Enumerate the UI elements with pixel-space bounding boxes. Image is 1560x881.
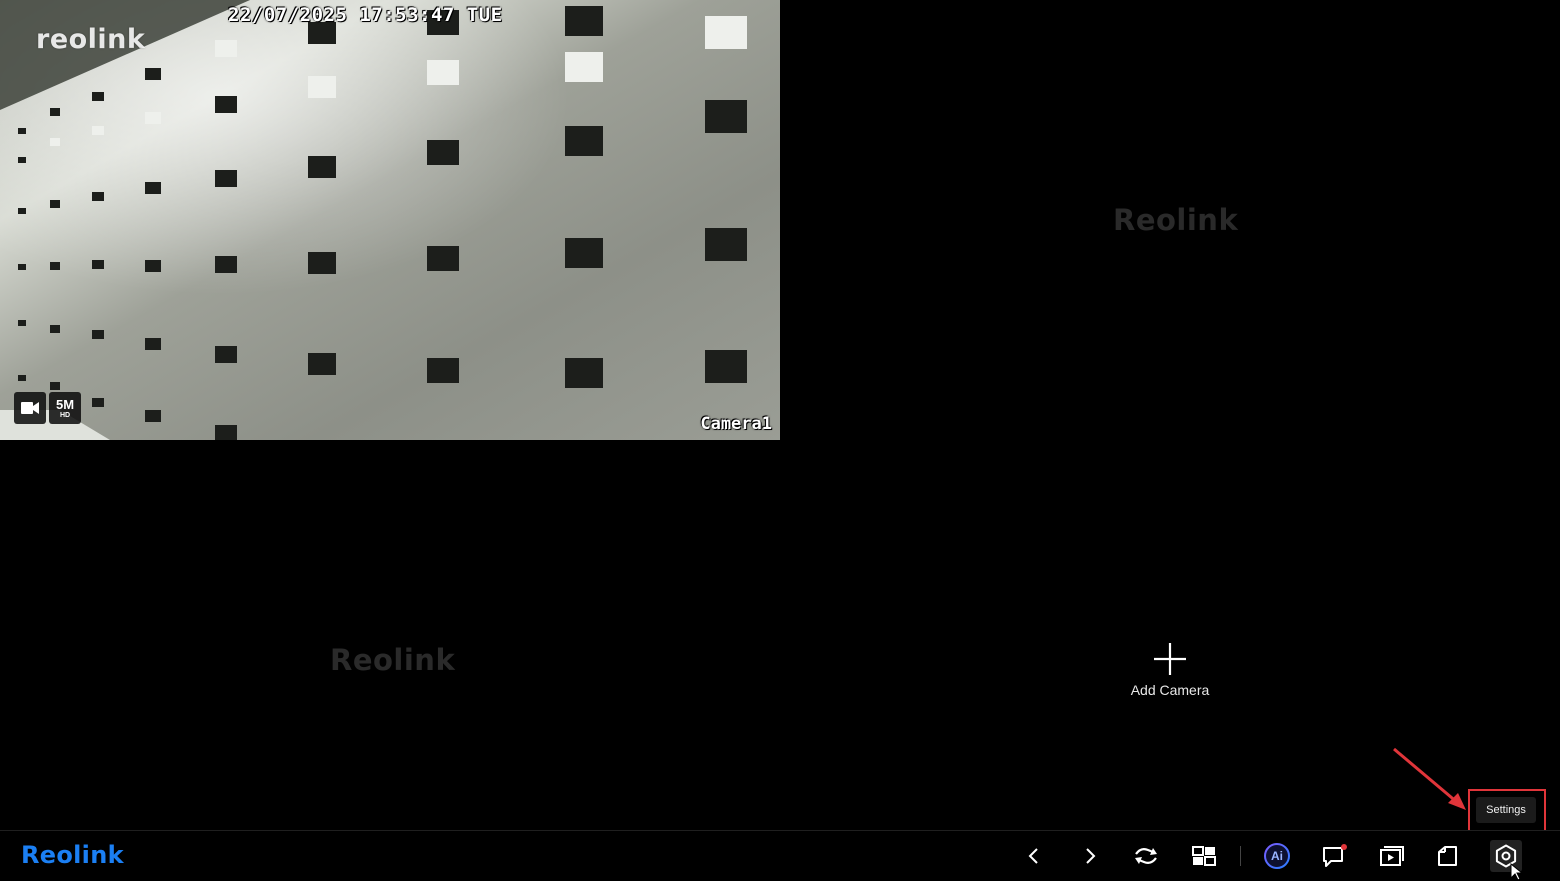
wall-hole xyxy=(565,6,603,36)
files-button[interactable] xyxy=(1432,840,1464,872)
wall-hole xyxy=(215,96,237,113)
wall-hole xyxy=(18,264,26,270)
wall-hole xyxy=(427,246,459,271)
wall-hole xyxy=(565,126,603,156)
camera-timestamp: 22/07/2025 17:53:47 TUE xyxy=(228,4,503,26)
wall-hole xyxy=(145,182,161,194)
swap-arrows-icon xyxy=(1135,848,1157,864)
resolution-main: 5M xyxy=(55,396,75,412)
camera-osd-logo: reolink xyxy=(36,24,146,55)
video-camera-icon xyxy=(14,392,46,424)
wall-hole xyxy=(308,353,336,375)
wall-hole xyxy=(705,228,747,261)
wall-hole xyxy=(50,108,60,116)
wall-hole xyxy=(50,200,60,208)
wall-hole xyxy=(308,76,336,98)
settings-tooltip: Settings xyxy=(1476,797,1536,823)
wall-hole xyxy=(92,260,104,269)
wall-hole xyxy=(215,425,237,440)
layout-button[interactable] xyxy=(1188,840,1220,872)
wall-hole xyxy=(427,60,459,85)
resolution-sub: HD xyxy=(59,411,71,419)
wall-hole xyxy=(215,256,237,273)
switch-stream-button[interactable] xyxy=(1130,840,1162,872)
wall-hole xyxy=(215,346,237,363)
wall-hole xyxy=(565,52,603,82)
camera-video-frame xyxy=(0,0,780,440)
wall-hole xyxy=(18,157,26,163)
folder-icon xyxy=(1438,846,1457,866)
brand-logo: Reolink xyxy=(21,841,124,869)
wall-hole xyxy=(145,260,161,272)
wall-hole xyxy=(705,100,747,133)
gear-icon xyxy=(1495,844,1517,868)
wall-hole xyxy=(427,358,459,383)
wall-hole xyxy=(92,330,104,339)
wall-hole xyxy=(308,252,336,274)
wall-hole xyxy=(145,112,161,124)
wall-hole xyxy=(18,375,26,381)
watermark-bottom-left: Reolink xyxy=(330,643,456,677)
wall-hole xyxy=(308,156,336,178)
wall-hole xyxy=(92,92,104,101)
plus-icon xyxy=(1154,643,1186,675)
wall-hole xyxy=(145,410,161,422)
camera-badges: 5M HD xyxy=(14,392,81,424)
grid-layout-icon xyxy=(1192,846,1216,866)
chevron-right-icon xyxy=(1086,848,1096,864)
playback-icon xyxy=(1380,846,1404,866)
wall-hole xyxy=(50,138,60,146)
wall-hole xyxy=(92,192,104,201)
add-camera-label: Add Camera xyxy=(1130,682,1210,698)
wall-hole xyxy=(565,238,603,268)
wall-hole xyxy=(145,68,161,80)
wall-hole xyxy=(215,40,237,57)
wall-hole xyxy=(18,208,26,214)
wall-hole xyxy=(705,350,747,383)
wall-hole xyxy=(50,325,60,333)
wall-hole xyxy=(215,170,237,187)
camera-name-label: Camera1 xyxy=(700,414,772,434)
ai-label: Ai xyxy=(1271,849,1283,863)
resolution-badge: 5M HD xyxy=(49,392,81,424)
annotation-arrow xyxy=(1393,747,1466,810)
message-icon xyxy=(1323,844,1347,867)
wall-hole xyxy=(18,128,26,134)
camera-tile-1[interactable]: 22/07/2025 17:53:47 TUE reolink Camera1 … xyxy=(0,0,780,440)
wall-hole xyxy=(427,140,459,165)
toolbar-divider xyxy=(1240,846,1241,866)
wall-hole xyxy=(565,358,603,388)
messages-button[interactable] xyxy=(1318,840,1350,872)
wall-hole xyxy=(50,262,60,270)
add-camera-button[interactable]: Add Camera xyxy=(1120,640,1220,698)
wall-hole xyxy=(92,126,104,135)
playback-button[interactable] xyxy=(1376,840,1408,872)
watermark-top-right: Reolink xyxy=(1113,203,1239,237)
bottom-toolbar: Reolink Ai xyxy=(0,830,1560,880)
wall-hole xyxy=(705,16,747,49)
wall-hole xyxy=(145,338,161,350)
chevron-left-icon xyxy=(1028,848,1038,864)
ai-button[interactable]: Ai xyxy=(1261,840,1293,872)
previous-page-button[interactable] xyxy=(1018,840,1050,872)
wall-hole xyxy=(50,382,60,390)
wall-hole xyxy=(18,320,26,326)
next-page-button[interactable] xyxy=(1074,840,1106,872)
settings-button[interactable] xyxy=(1490,840,1522,872)
wall-hole xyxy=(92,398,104,407)
